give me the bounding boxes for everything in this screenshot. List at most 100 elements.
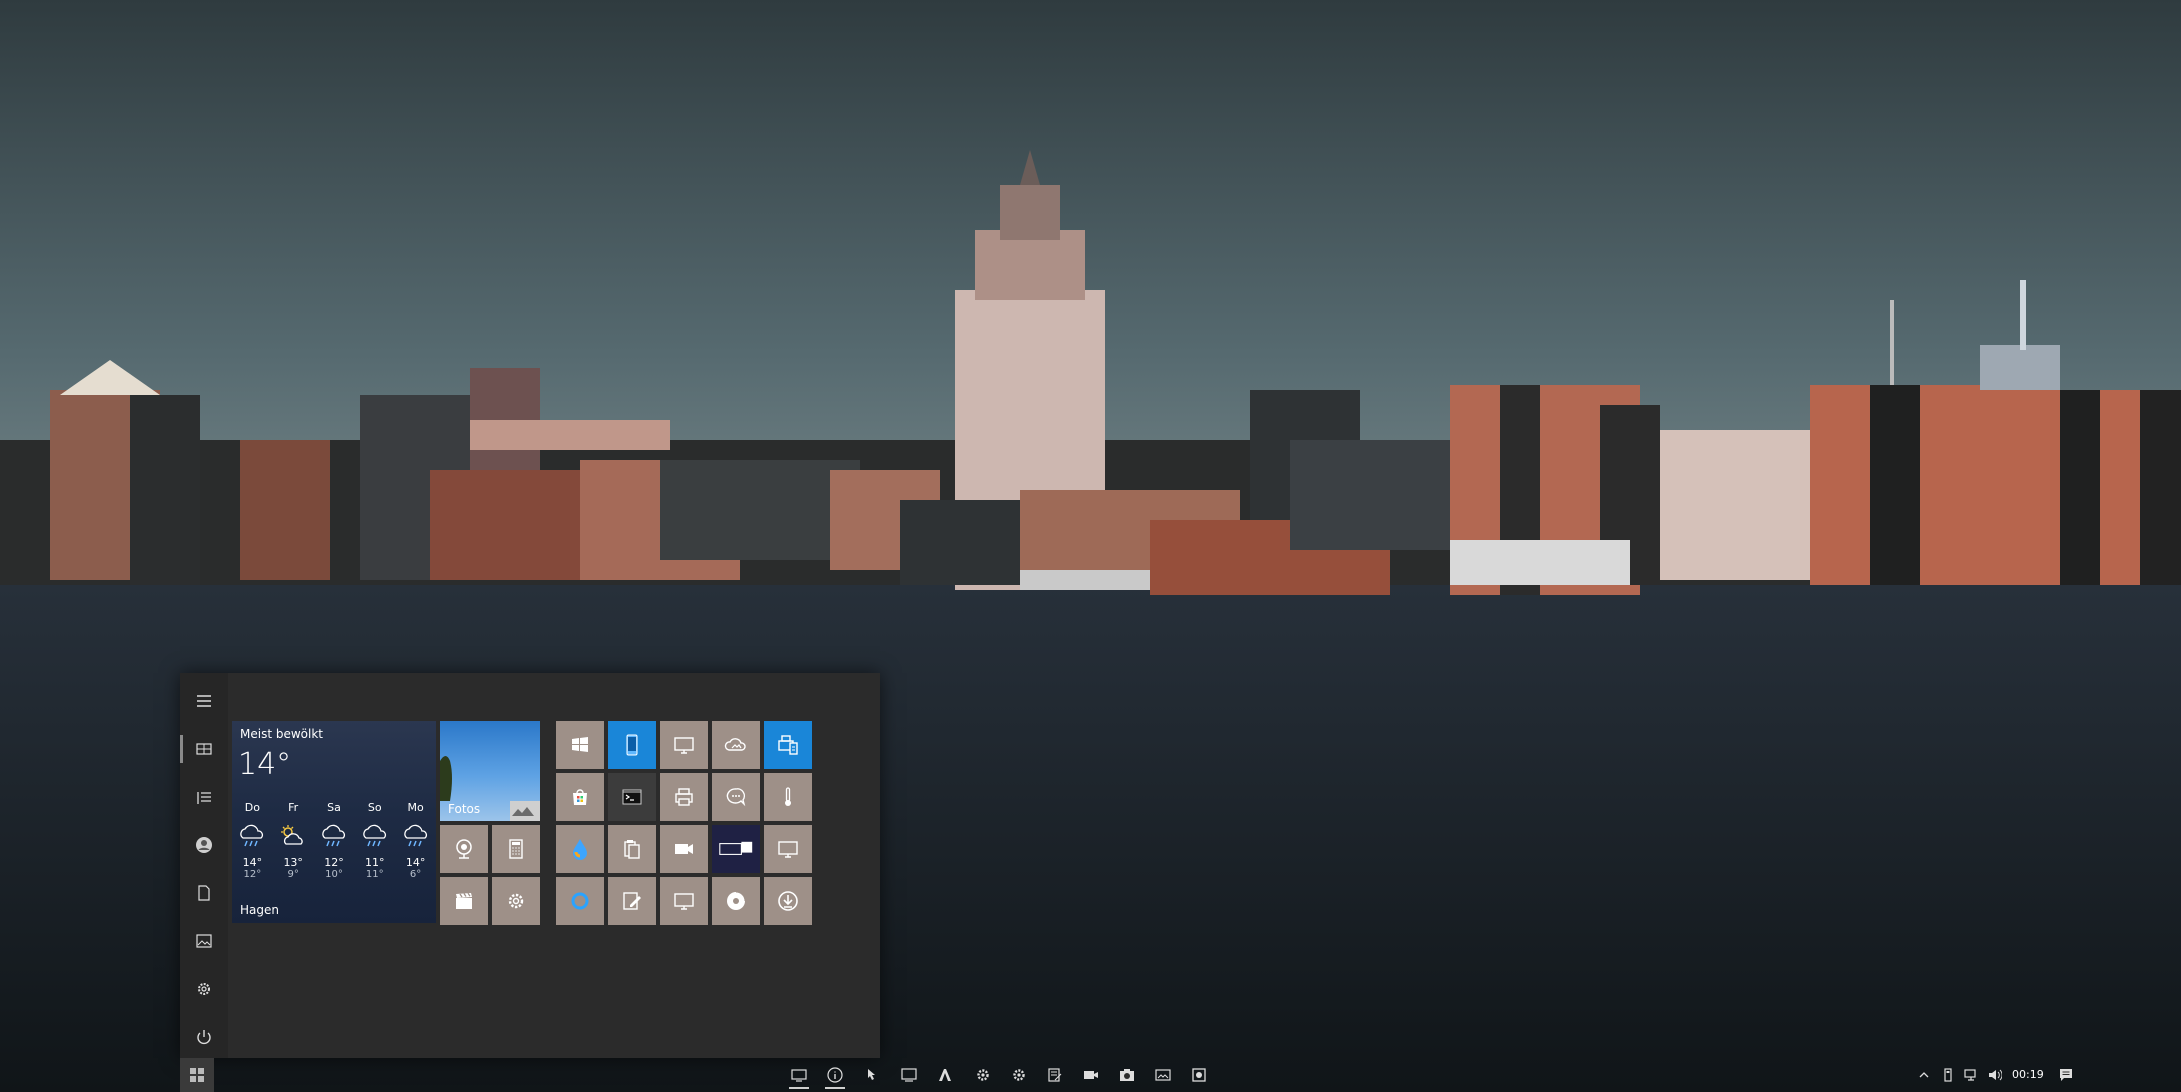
photos-label: Fotos xyxy=(448,802,481,816)
menu-icon[interactable] xyxy=(180,679,228,723)
notes-tile[interactable] xyxy=(608,877,656,925)
settings-tile[interactable] xyxy=(492,877,540,925)
forecast-day-name: Sa xyxy=(327,801,341,814)
photos-tile[interactable]: Fotos xyxy=(440,721,540,821)
monitor-tile-2[interactable] xyxy=(660,877,708,925)
clipboard-icon xyxy=(624,840,640,859)
printer-tile[interactable] xyxy=(660,773,708,821)
tray-network[interactable] xyxy=(1962,1066,1980,1084)
tunein-tile[interactable] xyxy=(712,825,760,873)
desktop-icon xyxy=(778,841,798,858)
water-drop-icon xyxy=(573,839,587,860)
store-tile[interactable] xyxy=(556,773,604,821)
tiles-icon[interactable] xyxy=(180,727,228,771)
camera-icon xyxy=(1120,1069,1134,1081)
adobe-icon xyxy=(939,1069,951,1081)
slideshow-icon xyxy=(1155,1069,1171,1081)
taskbar-slideshow[interactable] xyxy=(1152,1065,1174,1085)
forecast-day: Do 14° 12° xyxy=(233,801,271,880)
store-icon xyxy=(573,789,587,805)
webcam-tile[interactable] xyxy=(440,825,488,873)
cortana-ring-icon xyxy=(571,892,589,910)
forecast-day-name: Do xyxy=(244,801,260,814)
chevron-up-icon xyxy=(1919,1072,1929,1078)
documents-icon[interactable] xyxy=(180,871,228,915)
network-icon xyxy=(1964,1069,1976,1081)
taskbar-adobe[interactable] xyxy=(934,1065,956,1085)
all-apps-icon[interactable] xyxy=(180,776,228,820)
photo-cloud-tile[interactable] xyxy=(712,721,760,769)
forecast-day: Sa 12° 10° xyxy=(315,801,353,880)
chat-tile[interactable] xyxy=(712,773,760,821)
forecast-day-name: Mo xyxy=(407,801,424,814)
power-icon[interactable] xyxy=(180,1015,228,1059)
monitor-icon xyxy=(674,737,694,754)
calculator-tile[interactable] xyxy=(492,825,540,873)
disc-tile[interactable] xyxy=(712,877,760,925)
phone-tile[interactable] xyxy=(608,721,656,769)
video-camera-tile[interactable] xyxy=(660,825,708,873)
clipboard-tile[interactable] xyxy=(608,825,656,873)
forecast-low: 12° xyxy=(243,869,262,880)
tray-volume[interactable] xyxy=(1986,1066,2004,1084)
note-pen-icon xyxy=(623,892,641,910)
windows-tile[interactable] xyxy=(556,721,604,769)
weather-temperature: 14° xyxy=(238,747,292,782)
rain-cloud-icon xyxy=(356,822,394,852)
taskbar-screenshot[interactable] xyxy=(1188,1065,1210,1085)
forecast-day-name: Fr xyxy=(288,801,299,814)
weather-city: Hagen xyxy=(240,903,279,917)
taskbar-desktop[interactable] xyxy=(788,1065,810,1089)
download-tile[interactable] xyxy=(764,877,812,925)
display-icon xyxy=(901,1068,917,1082)
action-center-button[interactable] xyxy=(2056,1066,2076,1084)
tray-overflow[interactable] xyxy=(1916,1066,1932,1084)
volume-icon xyxy=(1989,1069,2002,1081)
webcam-icon xyxy=(456,839,472,859)
monitor-tile[interactable] xyxy=(660,721,708,769)
notepad-icon xyxy=(1048,1068,1062,1082)
taskbar-settings-2[interactable] xyxy=(1008,1065,1030,1085)
photo-cloud-icon xyxy=(724,738,746,751)
start-menu: Meist bewölkt 14° Do 14° 12° Fr 13° 9° S… xyxy=(180,673,880,1058)
weather-forecast: Do 14° 12° Fr 13° 9° Sa 12° 10° So 11° 1… xyxy=(232,801,436,880)
start-menu-rail xyxy=(180,673,228,1058)
thermometer-icon xyxy=(785,787,791,806)
weather-tile[interactable]: Meist bewölkt 14° Do 14° 12° Fr 13° 9° S… xyxy=(232,721,436,923)
taskbar-display[interactable] xyxy=(898,1065,920,1085)
desktop-tile[interactable] xyxy=(764,825,812,873)
taskbar-camera[interactable] xyxy=(1116,1065,1138,1085)
cortana-tile[interactable] xyxy=(556,877,604,925)
action-center-icon xyxy=(2060,1069,2072,1081)
settings-icon[interactable] xyxy=(180,967,228,1011)
taskbar-settings[interactable] xyxy=(972,1065,994,1085)
rain-cloud-icon xyxy=(315,822,353,852)
water-drop-tile[interactable] xyxy=(556,825,604,873)
taskbar-cursor[interactable] xyxy=(860,1065,882,1085)
taskbar-video[interactable] xyxy=(1080,1065,1102,1085)
settings-icon xyxy=(508,893,524,909)
forecast-day: Mo 14° 6° xyxy=(397,801,435,880)
start-button[interactable] xyxy=(180,1058,214,1092)
forecast-low: 11° xyxy=(365,869,384,880)
pictures-icon[interactable] xyxy=(180,919,228,963)
thermometer-tile[interactable] xyxy=(764,773,812,821)
taskbar-info[interactable] xyxy=(824,1065,846,1089)
clock[interactable]: 00:19 xyxy=(2012,1068,2044,1081)
printer-icon xyxy=(675,788,693,806)
phone-icon xyxy=(626,734,638,756)
taskbar-notepad[interactable] xyxy=(1044,1065,1066,1085)
windows-start-icon xyxy=(190,1068,204,1082)
tunein-icon xyxy=(719,841,753,855)
forecast-high: 14° xyxy=(242,856,263,869)
terminal-icon xyxy=(622,789,642,805)
download-icon xyxy=(778,891,798,911)
screenshot-icon xyxy=(1192,1068,1206,1082)
forecast-low: 6° xyxy=(409,869,422,880)
tray-usb[interactable] xyxy=(1940,1066,1956,1084)
terminal-tile[interactable] xyxy=(608,773,656,821)
video-editor-tile[interactable] xyxy=(440,877,488,925)
printer-file-tile[interactable] xyxy=(764,721,812,769)
forecast-high: 13° xyxy=(283,856,303,869)
user-icon[interactable] xyxy=(180,823,228,867)
